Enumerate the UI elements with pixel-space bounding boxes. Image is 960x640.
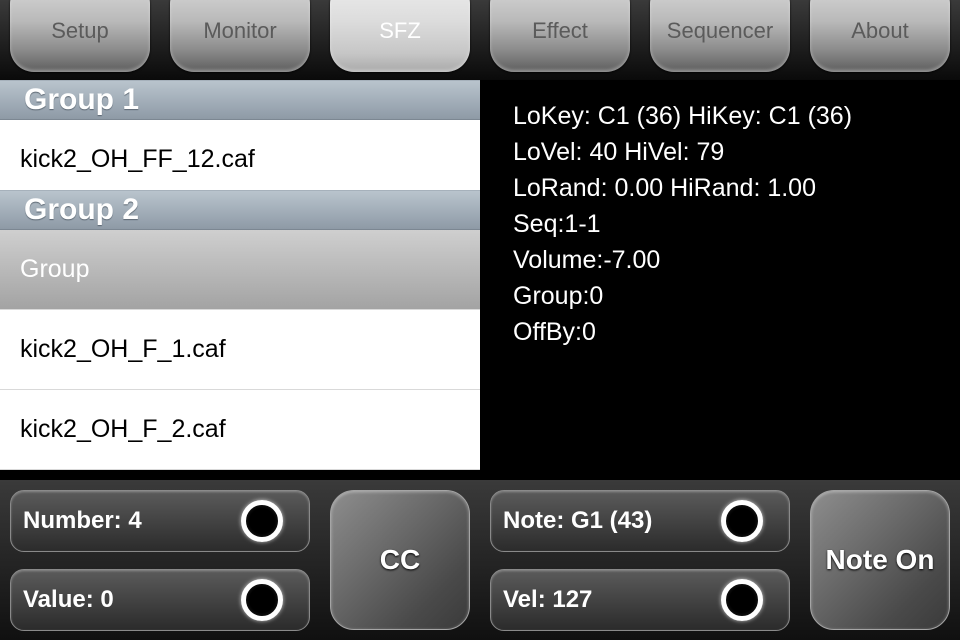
cc-value-label: Value: 0 <box>23 586 114 613</box>
info-group: Group:0 <box>513 282 604 310</box>
tab-effect[interactable]: Effect <box>490 0 630 72</box>
cc-value-knob-icon[interactable] <box>241 579 283 621</box>
cc-number-control[interactable]: Number: 4 <box>10 490 310 552</box>
info-key-range: LoKey: C1 (36) HiKey: C1 (36) <box>513 102 853 130</box>
list-item-group-selected[interactable]: Group <box>0 230 480 310</box>
cc-number-knob-icon[interactable] <box>241 500 283 542</box>
group-2-header: Group 2 <box>0 190 480 230</box>
tab-setup[interactable]: Setup <box>10 0 150 72</box>
note-control[interactable]: Note: G1 (43) <box>490 490 790 552</box>
tab-sequencer[interactable]: Sequencer <box>650 0 790 72</box>
info-rand-range: LoRand: 0.00 HiRand: 1.00 <box>513 174 816 202</box>
note-knob-icon[interactable] <box>721 500 763 542</box>
info-volume: Volume:-7.00 <box>513 246 661 274</box>
velocity-control[interactable]: Vel: 127 <box>490 569 790 631</box>
tab-monitor[interactable]: Monitor <box>170 0 310 72</box>
info-seq: Seq:1-1 <box>513 210 601 238</box>
list-item[interactable]: kick2_OH_F_1.caf <box>0 310 480 390</box>
list-item[interactable]: kick2_OH_F_2.caf <box>0 390 480 470</box>
control-bar: Number: 4 Value: 0 CC Note: G1 (43) Vel:… <box>0 480 960 640</box>
velocity-label: Vel: 127 <box>503 586 593 613</box>
info-offby: OffBy:0 <box>513 318 596 346</box>
tab-bar: Setup Monitor SFZ Effect Sequencer About <box>0 0 960 80</box>
velocity-knob-icon[interactable] <box>721 579 763 621</box>
cc-value-control[interactable]: Value: 0 <box>10 569 310 631</box>
tab-about[interactable]: About <box>810 0 950 72</box>
note-on-button[interactable]: Note On <box>810 490 950 630</box>
tab-sfz[interactable]: SFZ <box>330 0 470 72</box>
group-1-header: Group 1 <box>0 80 480 120</box>
cc-number-label: Number: 4 <box>23 507 142 534</box>
region-info-panel: LoKey: C1 (36) HiKey: C1 (36) LoVel: 40 … <box>480 80 960 480</box>
list-item[interactable]: kick2_OH_FF_12.caf <box>0 120 480 200</box>
note-label: Note: G1 (43) <box>503 507 653 534</box>
cc-button[interactable]: CC <box>330 490 470 630</box>
region-list[interactable]: Group 1 kick2_OH_FF_12.caf Group 2 Group… <box>0 80 480 470</box>
info-vel-range: LoVel: 40 HiVel: 79 <box>513 138 725 166</box>
